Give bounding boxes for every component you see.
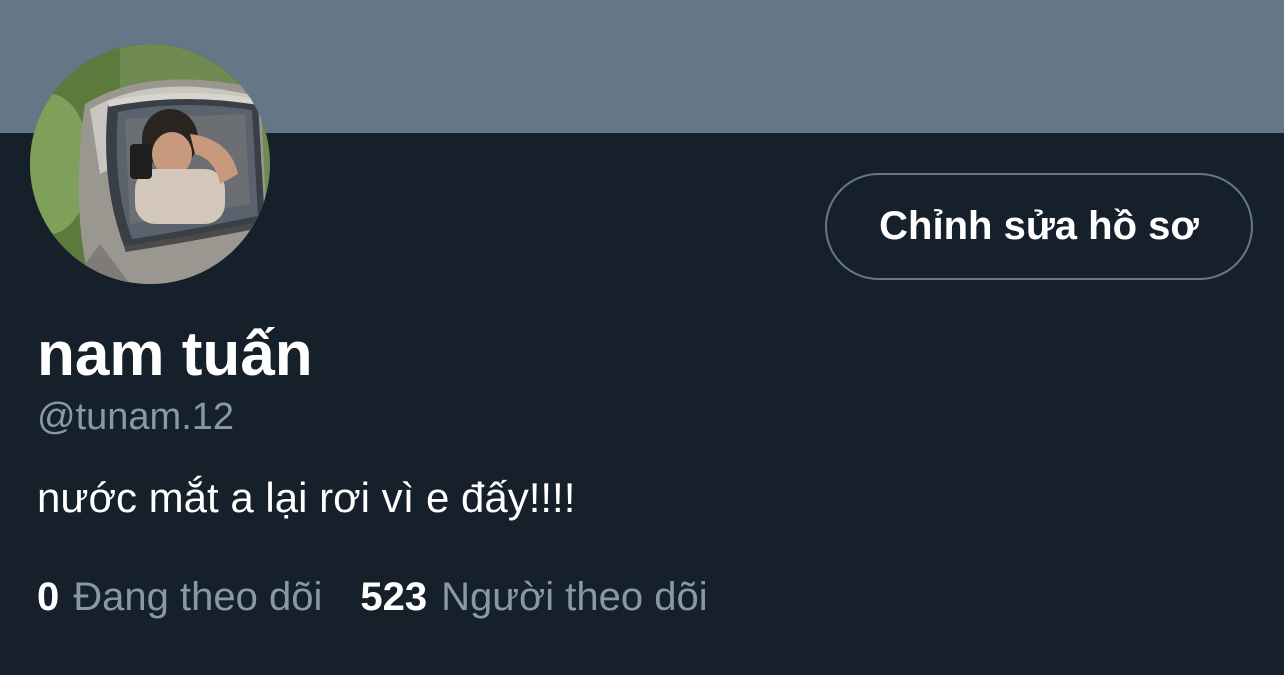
profile-stats: 0 Đang theo dõi 523 Người theo dõi [37, 572, 708, 622]
following-stat[interactable]: 0 Đang theo dõi [37, 572, 322, 622]
profile-avatar[interactable] [30, 44, 270, 284]
followers-count: 523 [360, 575, 428, 619]
user-handle: @tunam.12 [37, 396, 235, 438]
avatar-photo [30, 44, 270, 284]
followers-stat[interactable]: 523 Người theo dõi [360, 572, 707, 622]
edit-profile-button[interactable]: Chỉnh sửa hồ sơ [825, 173, 1253, 280]
profile-page: Chỉnh sửa hồ sơ nam tuấn @tunam.12 nước … [0, 0, 1284, 675]
following-count: 0 [37, 575, 60, 619]
followers-label: Người theo dõi [441, 575, 708, 619]
profile-bio: nước mắt a lại rơi vì e đấy!!!! [37, 474, 576, 521]
display-name: nam tuấn [37, 320, 313, 389]
following-label: Đang theo dõi [73, 575, 323, 619]
